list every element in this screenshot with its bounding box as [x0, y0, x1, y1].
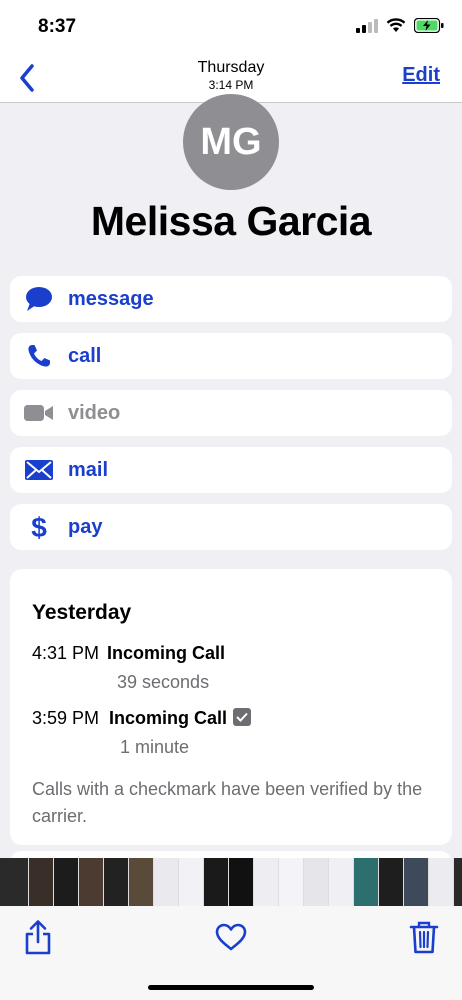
photo-thumbnail[interactable]: [404, 858, 428, 906]
pay-button[interactable]: $ pay: [10, 504, 452, 550]
share-button[interactable]: [20, 919, 56, 955]
photo-thumbnail[interactable]: [254, 858, 278, 906]
bottom-toolbar: [0, 906, 462, 1000]
status-bar: 8:37: [0, 0, 462, 56]
call-entry: 3:59 PM Incoming Call: [32, 708, 252, 729]
dollar-icon: $: [10, 504, 68, 550]
photo-thumbnail[interactable]: [104, 858, 128, 906]
heart-icon: [215, 923, 247, 951]
nav-time: 3:14 PM: [208, 78, 254, 92]
call-button[interactable]: call: [10, 333, 452, 379]
photo-thumbnail-strip[interactable]: [0, 858, 462, 906]
pay-label: pay: [68, 515, 103, 538]
home-indicator[interactable]: [148, 985, 314, 990]
photo-thumbnail[interactable]: [279, 858, 303, 906]
cellular-signal-icon: [356, 18, 378, 33]
message-bubble-icon: [10, 276, 68, 322]
delete-button[interactable]: [406, 919, 442, 955]
nav-title: Thursday 3:14 PM: [0, 59, 462, 92]
video-camera-icon: [10, 390, 68, 436]
edit-button[interactable]: Edit: [402, 64, 440, 87]
wifi-icon: [386, 18, 406, 32]
video-button[interactable]: video: [10, 390, 452, 436]
photo-thumbnail[interactable]: [204, 858, 228, 906]
verified-checkmark-icon: [233, 708, 252, 726]
status-icons: [356, 18, 444, 33]
photo-thumbnail[interactable]: [0, 858, 28, 906]
message-button[interactable]: message: [10, 276, 452, 322]
battery-charging-icon: [414, 18, 444, 33]
photo-thumbnail[interactable]: [179, 858, 203, 906]
photo-thumbnail[interactable]: [454, 858, 462, 906]
calls-date-heading: Yesterday: [32, 601, 132, 624]
share-icon: [25, 920, 51, 955]
photo-thumbnail[interactable]: [29, 858, 53, 906]
envelope-icon: [10, 447, 68, 493]
svg-text:$: $: [31, 512, 47, 542]
photo-thumbnail[interactable]: [129, 858, 153, 906]
call-entry: 4:31 PM Incoming Call: [32, 643, 225, 664]
photo-thumbnail[interactable]: [304, 858, 328, 906]
photo-thumbnail[interactable]: [429, 858, 453, 906]
photo-thumbnail[interactable]: [379, 858, 403, 906]
favorite-button[interactable]: [213, 919, 249, 955]
photo-thumbnail[interactable]: [354, 858, 378, 906]
message-label: message: [68, 287, 154, 310]
trash-icon: [409, 921, 439, 954]
video-label: video: [68, 401, 121, 424]
mail-button[interactable]: mail: [10, 447, 452, 493]
call-duration: 39 seconds: [117, 672, 210, 692]
photo-thumbnail[interactable]: [229, 858, 253, 906]
photo-thumbnail[interactable]: [329, 858, 353, 906]
nav-day: Thursday: [197, 59, 265, 76]
call-time: 3:59 PM: [32, 708, 100, 728]
recent-calls-card: Yesterday 4:31 PM Incoming Call 39 second…: [10, 569, 452, 845]
avatar-initials: MG: [200, 120, 262, 163]
mail-label: mail: [68, 458, 109, 481]
photo-thumbnail[interactable]: [154, 858, 178, 906]
call-duration: 1 minute: [120, 737, 190, 757]
verification-note: Calls with a checkmark have been verifie…: [32, 779, 423, 826]
call-time: 4:31 PM: [32, 643, 100, 663]
contact-name: Melissa Garcia: [90, 198, 372, 244]
phone-icon: [10, 333, 68, 379]
status-time: 8:37: [38, 16, 77, 37]
photo-thumbnail[interactable]: [54, 858, 78, 906]
call-type: Incoming Call: [109, 708, 228, 728]
photo-thumbnail[interactable]: [79, 858, 103, 906]
call-label: call: [68, 344, 102, 367]
call-type: Incoming Call: [107, 643, 226, 663]
avatar: MG: [183, 94, 279, 190]
